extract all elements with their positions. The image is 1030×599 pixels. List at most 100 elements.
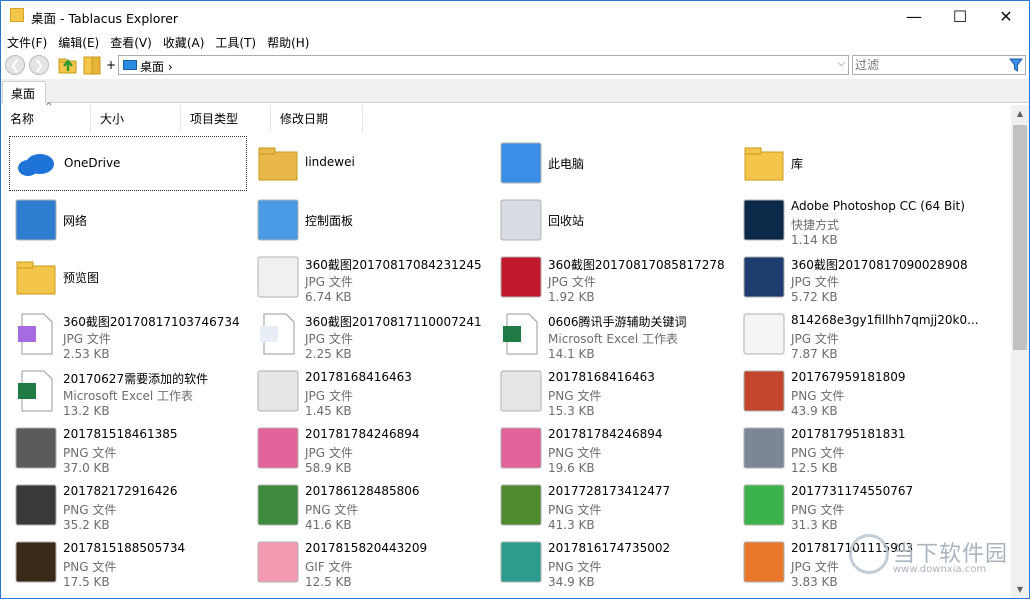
file-item[interactable]: 201786128485806 PNG 文件 41.6 KB xyxy=(251,478,489,533)
menu-file[interactable]: 文件(F) xyxy=(1,31,52,53)
column-size[interactable]: 大小 xyxy=(91,105,181,131)
file-name: 360截图20170817085817278 xyxy=(548,258,725,272)
file-type: JPG 文件 xyxy=(791,275,839,289)
file-item[interactable]: 20170627需要添加的软件 Microsoft Excel 工作表 13.2 K… xyxy=(9,364,247,419)
minimize-button[interactable]: — xyxy=(891,1,937,31)
column-modified[interactable]: 修改日期 xyxy=(271,105,363,131)
file-item[interactable]: 201781518850573​4 PNG 文件 17.5 KB xyxy=(9,535,247,590)
grey-logo-image-icon xyxy=(255,368,301,414)
add-tab-button[interactable]: + xyxy=(106,58,116,72)
file-item[interactable]: 201781784246894 JPG 文件 58.9 KB xyxy=(251,421,489,476)
file-type: PNG 文件 xyxy=(791,389,845,403)
new-tab-folder-icon[interactable] xyxy=(81,54,103,76)
file-type: JPG 文件 xyxy=(305,446,353,460)
file-item[interactable]: 20178168416463 JPG 文件 1.45 KB xyxy=(251,364,489,419)
column-name[interactable]: 名称 xyxy=(1,105,91,131)
folder-icon xyxy=(10,8,24,22)
aep-file-icon xyxy=(13,311,59,357)
menu-view[interactable]: 查看(V) xyxy=(104,31,157,53)
file-item[interactable]: 201781518461385 PNG 文件 37.0 KB xyxy=(9,421,247,476)
file-item[interactable]: 0606腾讯手游辅助关键词 Microsoft Excel 工作表 14.1 KB xyxy=(494,307,732,362)
control-panel-icon xyxy=(255,197,301,243)
file-item[interactable]: 控制面板 xyxy=(251,193,489,248)
file-name: 360截图20170817103746734 xyxy=(63,315,240,329)
file-item[interactable]: 360截图20170817103746734 JPG 文件 2.53 KB xyxy=(9,307,247,362)
file-item[interactable]: 360截图20170817084231245 JPG 文件 6.74 KB xyxy=(251,250,489,305)
file-name: 360截图20170817110007241 xyxy=(305,315,482,329)
tab-desktop[interactable]: 桌面 xyxy=(2,81,46,103)
menu-edit[interactable]: 编辑(E) xyxy=(52,31,104,53)
file-item[interactable]: 360截图20170817110007241 JPG 文件 2.25 KB xyxy=(251,307,489,362)
file-item[interactable]: 2017816174735002 PNG 文件 34.9 KB xyxy=(494,535,732,590)
excel-icon xyxy=(498,311,544,357)
up-folder-icon[interactable] xyxy=(58,55,78,75)
file-size: 14.1 KB xyxy=(548,347,595,361)
file-item[interactable]: 201781784246894 PNG 文件 19.6 KB xyxy=(494,421,732,476)
file-type: 快捷方式 xyxy=(791,218,840,232)
key-icon xyxy=(741,425,787,471)
file-size: 2.25 KB xyxy=(305,347,352,361)
column-type[interactable]: 项目类型 xyxy=(181,105,271,131)
chevron-down-icon[interactable]: ⌵ xyxy=(837,58,845,69)
file-item[interactable]: Adobe Photoshop CC (64 Bit) 快捷方式 1.14 KB xyxy=(737,193,975,248)
user-folder-icon xyxy=(255,140,301,186)
menu-favorites[interactable]: 收藏(A) xyxy=(157,31,210,53)
meme-image-icon xyxy=(741,311,787,357)
maximize-button[interactable]: ☐ xyxy=(937,1,983,31)
title-bar[interactable]: 桌面 - Tablacus Explorer — ☐ ✕ xyxy=(1,1,1029,31)
file-item[interactable]: 20178168416463 PNG 文件 15.3 KB xyxy=(494,364,732,419)
file-item[interactable]: 201782172916426 PNG 文件 35.2 KB xyxy=(9,478,247,533)
menu-tools[interactable]: 工具(T) xyxy=(209,31,261,53)
vertical-scrollbar[interactable]: ▲ ▼ xyxy=(1011,105,1029,598)
file-name: OneDrive xyxy=(64,156,121,170)
file-item[interactable]: 2017731174550767 PNG 文件 31.3 KB xyxy=(737,478,975,533)
file-name: 库 xyxy=(791,157,804,171)
scroll-down-button[interactable]: ▼ xyxy=(1011,581,1029,598)
file-item[interactable]: 814268e3gy1fillhh7qmjj20k0... JPG 文件 7.87 … xyxy=(737,307,979,362)
photoshop-icon xyxy=(741,197,787,243)
file-size: 37.0 KB xyxy=(63,461,110,475)
address-text[interactable]: 桌面 › xyxy=(140,58,173,75)
back-button[interactable]: ❮ xyxy=(5,55,25,75)
pink-mascot-icon xyxy=(498,425,544,471)
file-size: 1.45 KB xyxy=(305,404,352,418)
file-item[interactable]: 库 xyxy=(737,136,975,191)
file-name: 814268e3gy1fillhh7qmjj20k0... xyxy=(791,313,979,327)
file-name: 20170627需要添加的软件 xyxy=(63,372,209,386)
file-name: 20178168416463 xyxy=(305,370,412,384)
file-size: 19.6 KB xyxy=(548,461,595,475)
close-button[interactable]: ✕ xyxy=(983,1,1029,31)
filter-box xyxy=(852,55,1026,75)
file-item[interactable]: 360截图20170817085817278 JPG 文件 1.92 KB xyxy=(494,250,732,305)
file-name: 2017731174550767 xyxy=(791,484,914,498)
menu-help[interactable]: 帮助(H) xyxy=(261,31,314,53)
explorer-window: 桌面 - Tablacus Explorer — ☐ ✕ 文件(F) 编辑(E)… xyxy=(0,0,1030,599)
file-type: JPG 文件 xyxy=(305,332,353,346)
file-name: 201782172916426 xyxy=(63,484,178,498)
file-item[interactable]: 此电脑 xyxy=(494,136,732,191)
file-name: 201781518850573​4 xyxy=(63,541,186,555)
file-item[interactable]: lindewei xyxy=(251,136,489,191)
file-item[interactable]: 预览图 xyxy=(9,250,247,305)
file-item[interactable]: 网络 xyxy=(9,193,247,248)
file-item[interactable]: 360截图20170817090028908 JPG 文件 5.72 KB xyxy=(737,250,975,305)
filter-input[interactable] xyxy=(855,57,1005,73)
forward-button[interactable]: ❯ xyxy=(29,55,49,75)
file-item[interactable]: 回收站 xyxy=(494,193,732,248)
scroll-thumb[interactable] xyxy=(1013,125,1027,350)
file-item[interactable]: 2017815820443209 GIF 文件 12.5 KB xyxy=(251,535,489,590)
file-item[interactable]: 201767959181809 PNG 文件 43.9 KB xyxy=(737,364,975,419)
file-name: 网络 xyxy=(63,214,88,228)
file-name: 2017816174735002 xyxy=(548,541,671,555)
file-item[interactable]: 201781795181831 PNG 文件 12.5 KB xyxy=(737,421,975,476)
toolbar: ❮ ❯ + 桌面 › ⌵ xyxy=(1,53,1029,79)
file-type: PNG 文件 xyxy=(548,560,602,574)
scroll-up-button[interactable]: ▲ xyxy=(1011,105,1029,122)
file-name: 2017728173412477 xyxy=(548,484,671,498)
address-bar[interactable]: 桌面 › ⌵ xyxy=(118,55,849,75)
file-type: Microsoft Excel 工作表 xyxy=(63,389,194,403)
onedrive-icon xyxy=(14,141,60,187)
file-item[interactable]: 2017728173412477 PNG 文件 41.3 KB xyxy=(494,478,732,533)
file-item[interactable]: OneDrive xyxy=(9,136,247,191)
funnel-icon[interactable] xyxy=(1009,58,1023,72)
